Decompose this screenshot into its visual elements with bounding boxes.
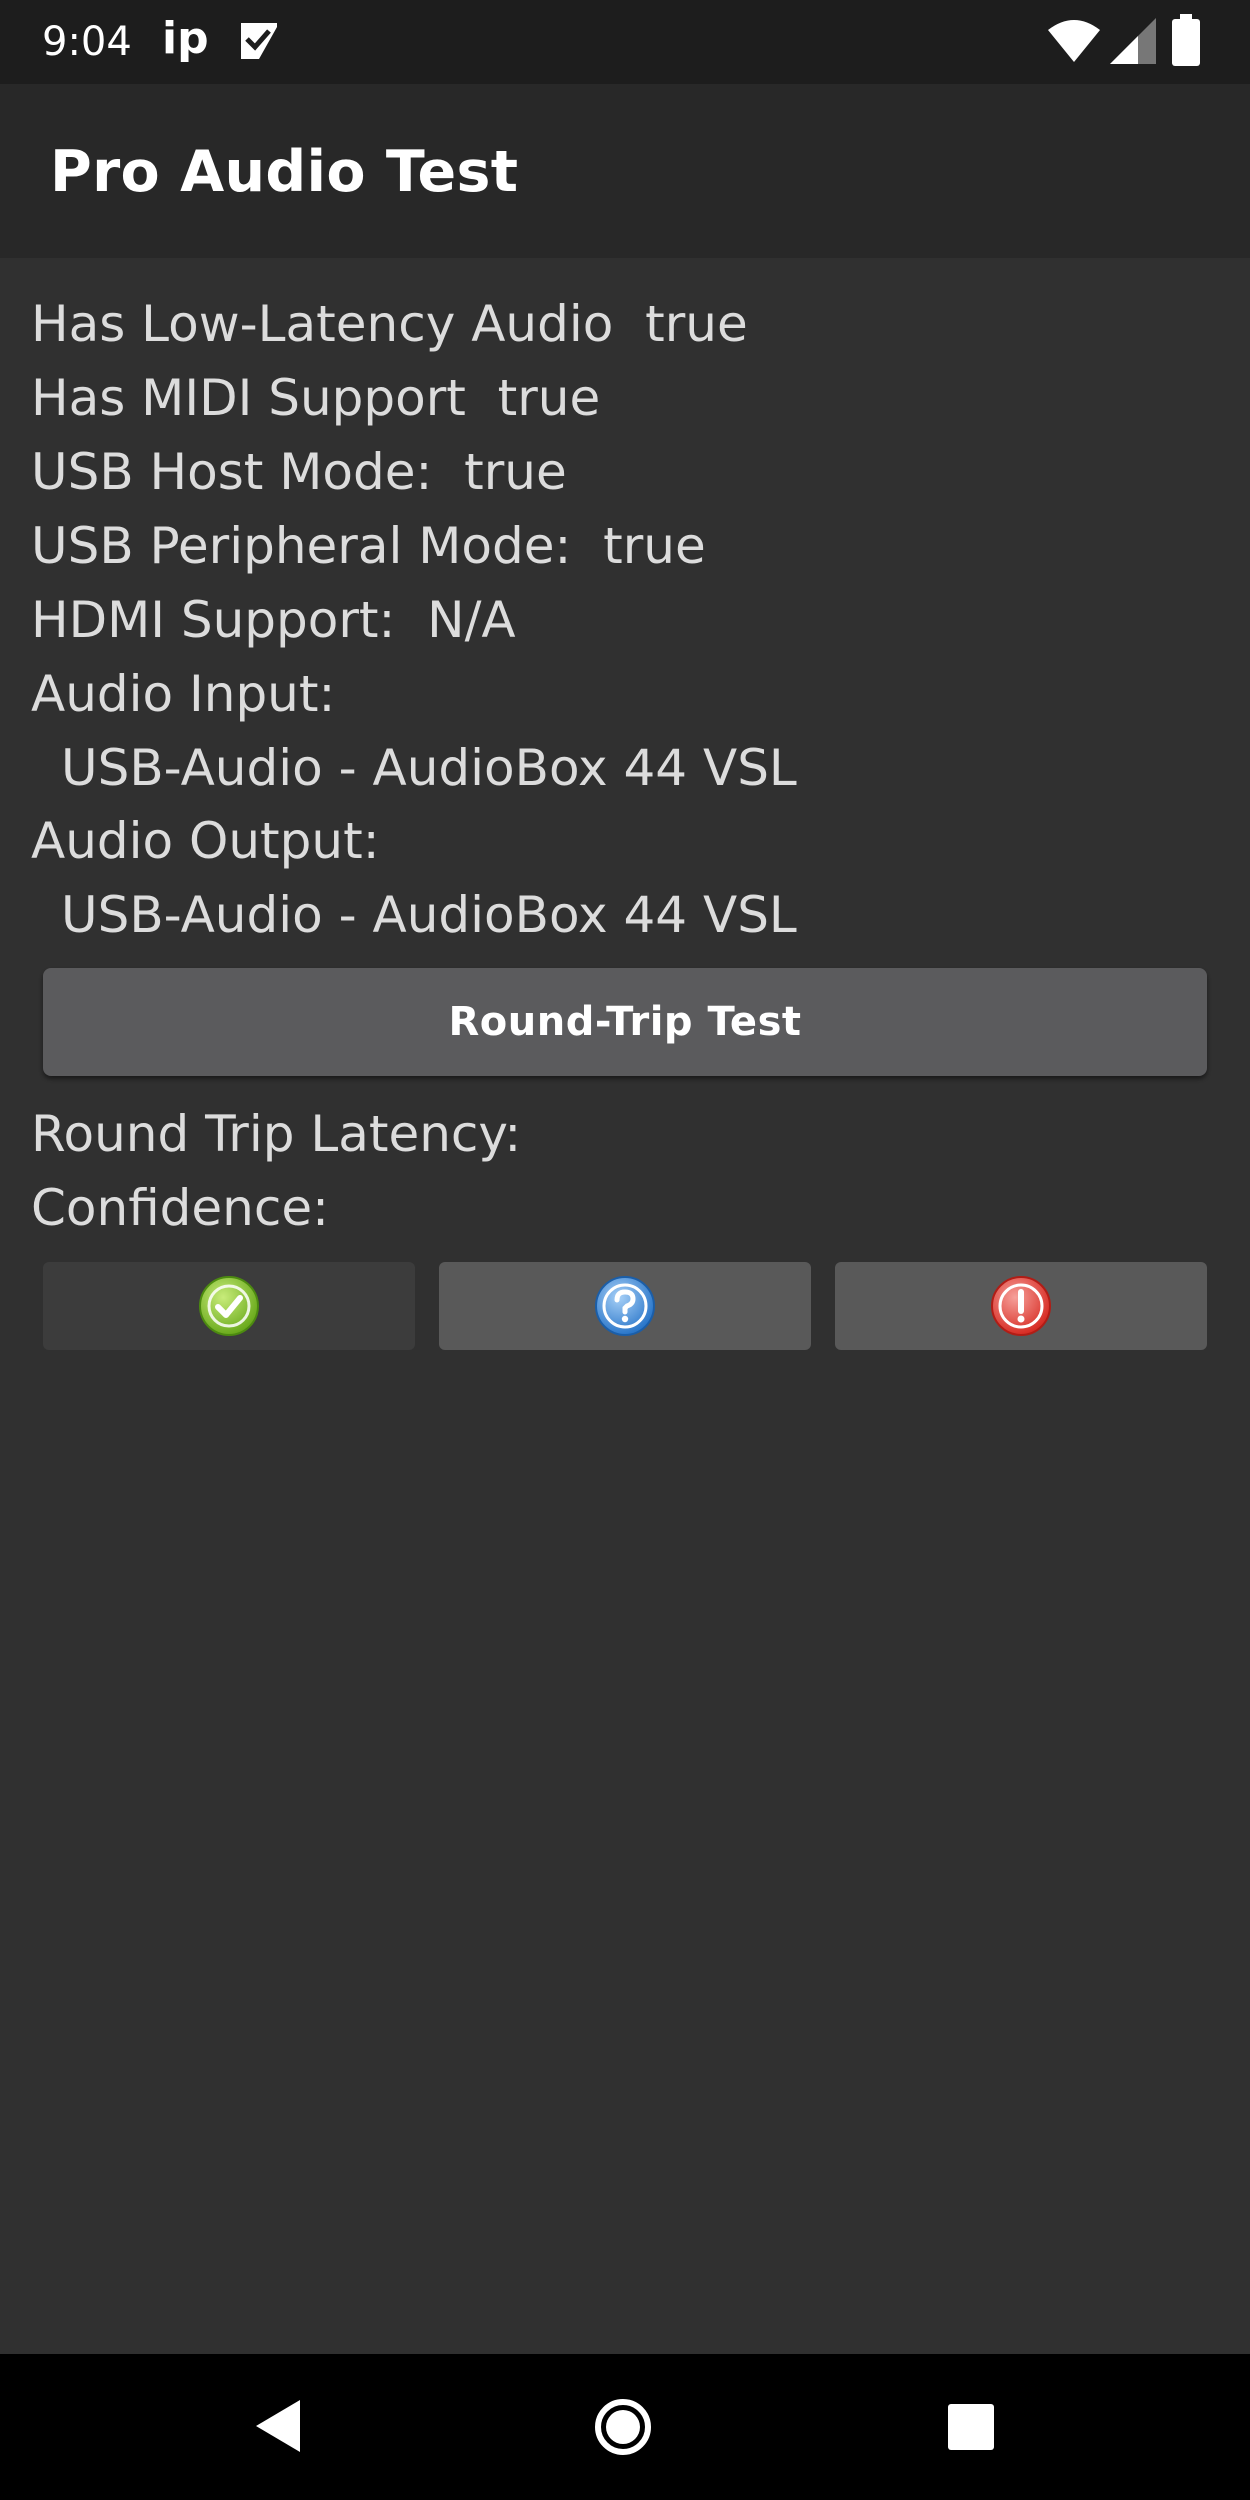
round-trip-test-button[interactable]: Round-Trip Test: [43, 968, 1207, 1076]
low-latency-audio-status: Has Low-Latency Audio true: [31, 295, 748, 353]
hdmi-support-status: HDMI Support: N/A: [31, 591, 516, 649]
midi-support-status: Has MIDI Support true: [31, 369, 601, 427]
audio-input-value: USB-Audio - AudioBox 44 VSL: [61, 739, 797, 797]
confidence-good-button[interactable]: [43, 1262, 415, 1350]
wifi-icon: [1048, 20, 1100, 62]
usb-peripheral-mode-status: USB Peripheral Mode: true: [31, 517, 706, 575]
round-trip-latency-label: Round Trip Latency:: [31, 1105, 522, 1163]
status-time: 9:04: [42, 19, 132, 65]
checkmark-notification-icon: [241, 23, 277, 59]
battery-icon: [1172, 14, 1200, 66]
recents-icon[interactable]: [948, 2404, 994, 2450]
audio-output-label: Audio Output:: [31, 812, 380, 870]
confidence-bad-button[interactable]: [835, 1262, 1207, 1350]
app-title: Pro Audio Test: [50, 139, 519, 205]
back-icon[interactable]: [252, 2398, 302, 2454]
screen: 9:04 ip Pro Audio Test Has Low-Latency A…: [0, 0, 1250, 2500]
app-bar: Pro Audio Test: [0, 84, 1250, 258]
audio-input-label: Audio Input:: [31, 665, 336, 723]
home-icon[interactable]: [594, 2398, 652, 2456]
confidence-label: Confidence:: [31, 1179, 329, 1237]
status-carrier-label: ip: [162, 13, 209, 64]
status-bar: 9:04 ip: [0, 0, 1250, 84]
audio-output-value: USB-Audio - AudioBox 44 VSL: [61, 886, 797, 944]
exclamation-circle-icon: [991, 1276, 1051, 1336]
confidence-unsure-button[interactable]: [439, 1262, 811, 1350]
question-circle-icon: [595, 1276, 655, 1336]
signal-icon: [1110, 18, 1156, 64]
check-circle-icon: [199, 1276, 259, 1336]
navigation-bar: [0, 2354, 1250, 2500]
usb-host-mode-status: USB Host Mode: true: [31, 443, 567, 501]
